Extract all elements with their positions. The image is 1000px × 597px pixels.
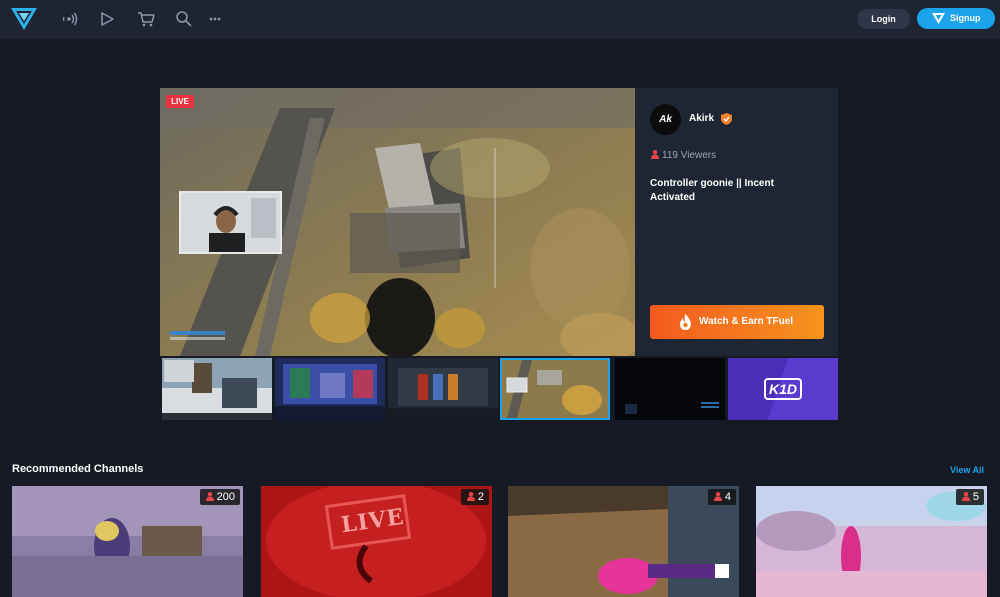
stream-info-panel: Ak Akirk 119 Viewers Controller goonie |…: [635, 88, 838, 356]
video-player[interactable]: LIVE: [160, 88, 635, 356]
thumbnail-4-active[interactable]: [500, 358, 610, 420]
verified-badge-icon: [721, 112, 732, 130]
recommended-title: Recommended Channels: [12, 463, 144, 475]
channel-thumbnail: [261, 486, 492, 597]
thumbnail-5[interactable]: [615, 358, 725, 420]
person-icon: [961, 492, 970, 501]
channel-thumbnail: [756, 486, 987, 597]
viewer-count-text: 2: [477, 491, 484, 503]
cart-icon[interactable]: [136, 9, 156, 29]
avatar[interactable]: Ak: [650, 104, 681, 135]
thumbnail-3[interactable]: [388, 358, 498, 420]
viewer-count-badge: 5: [955, 489, 984, 505]
theta-logo-icon[interactable]: [10, 6, 38, 32]
top-nav: Login Signup: [0, 0, 1000, 38]
channel-card-4[interactable]: 5: [756, 486, 987, 597]
channel-thumbnail: [508, 486, 739, 597]
person-icon: [651, 150, 659, 159]
watch-earn-label: Watch & Earn TFuel: [699, 316, 794, 327]
viewer-count-text: 119 Viewers: [662, 150, 717, 161]
broadcast-icon[interactable]: [59, 9, 79, 29]
fire-icon: [680, 314, 691, 330]
webcam-overlay: [179, 191, 282, 254]
featured-stream: LIVE Ak Akirk 119 Viewers Controller goo…: [160, 88, 838, 356]
person-icon: [205, 492, 214, 501]
play-icon[interactable]: [97, 9, 117, 29]
login-button[interactable]: Login: [857, 9, 910, 29]
person-icon: [466, 492, 475, 501]
kid-logo: K1D: [764, 378, 803, 400]
viewer-count: 119 Viewers: [651, 150, 716, 161]
viewer-count-text: 4: [724, 491, 731, 503]
live-badge: LIVE: [166, 95, 194, 108]
thumbnail-2[interactable]: [275, 358, 385, 420]
thumbnail-1[interactable]: [162, 358, 272, 420]
thumbnail-6[interactable]: K1D: [728, 358, 838, 420]
more-icon[interactable]: [205, 9, 225, 29]
channel-name[interactable]: Akirk: [689, 113, 714, 124]
signup-button[interactable]: Signup: [917, 8, 995, 29]
theta-logo-icon: [932, 13, 945, 24]
viewer-count-badge: 4: [707, 489, 736, 505]
view-all-link[interactable]: View All: [950, 465, 984, 475]
channel-card-3[interactable]: 4: [508, 486, 739, 597]
viewer-count-badge: 2: [460, 489, 489, 505]
channel-card-1[interactable]: 200: [12, 486, 243, 597]
channel-card-2[interactable]: 2 LIVE: [261, 486, 492, 597]
stream-title: Controller goonie || Incent Activated: [650, 178, 774, 203]
viewer-count-badge: 200: [199, 489, 240, 505]
person-icon: [713, 492, 722, 501]
viewer-count-text: 200: [216, 491, 235, 503]
viewer-count-text: 5: [972, 491, 979, 503]
signup-label: Signup: [950, 13, 981, 23]
watch-earn-button[interactable]: Watch & Earn TFuel: [650, 305, 824, 339]
search-icon[interactable]: [174, 9, 194, 29]
stream-thumbnails: K1D: [160, 357, 838, 420]
